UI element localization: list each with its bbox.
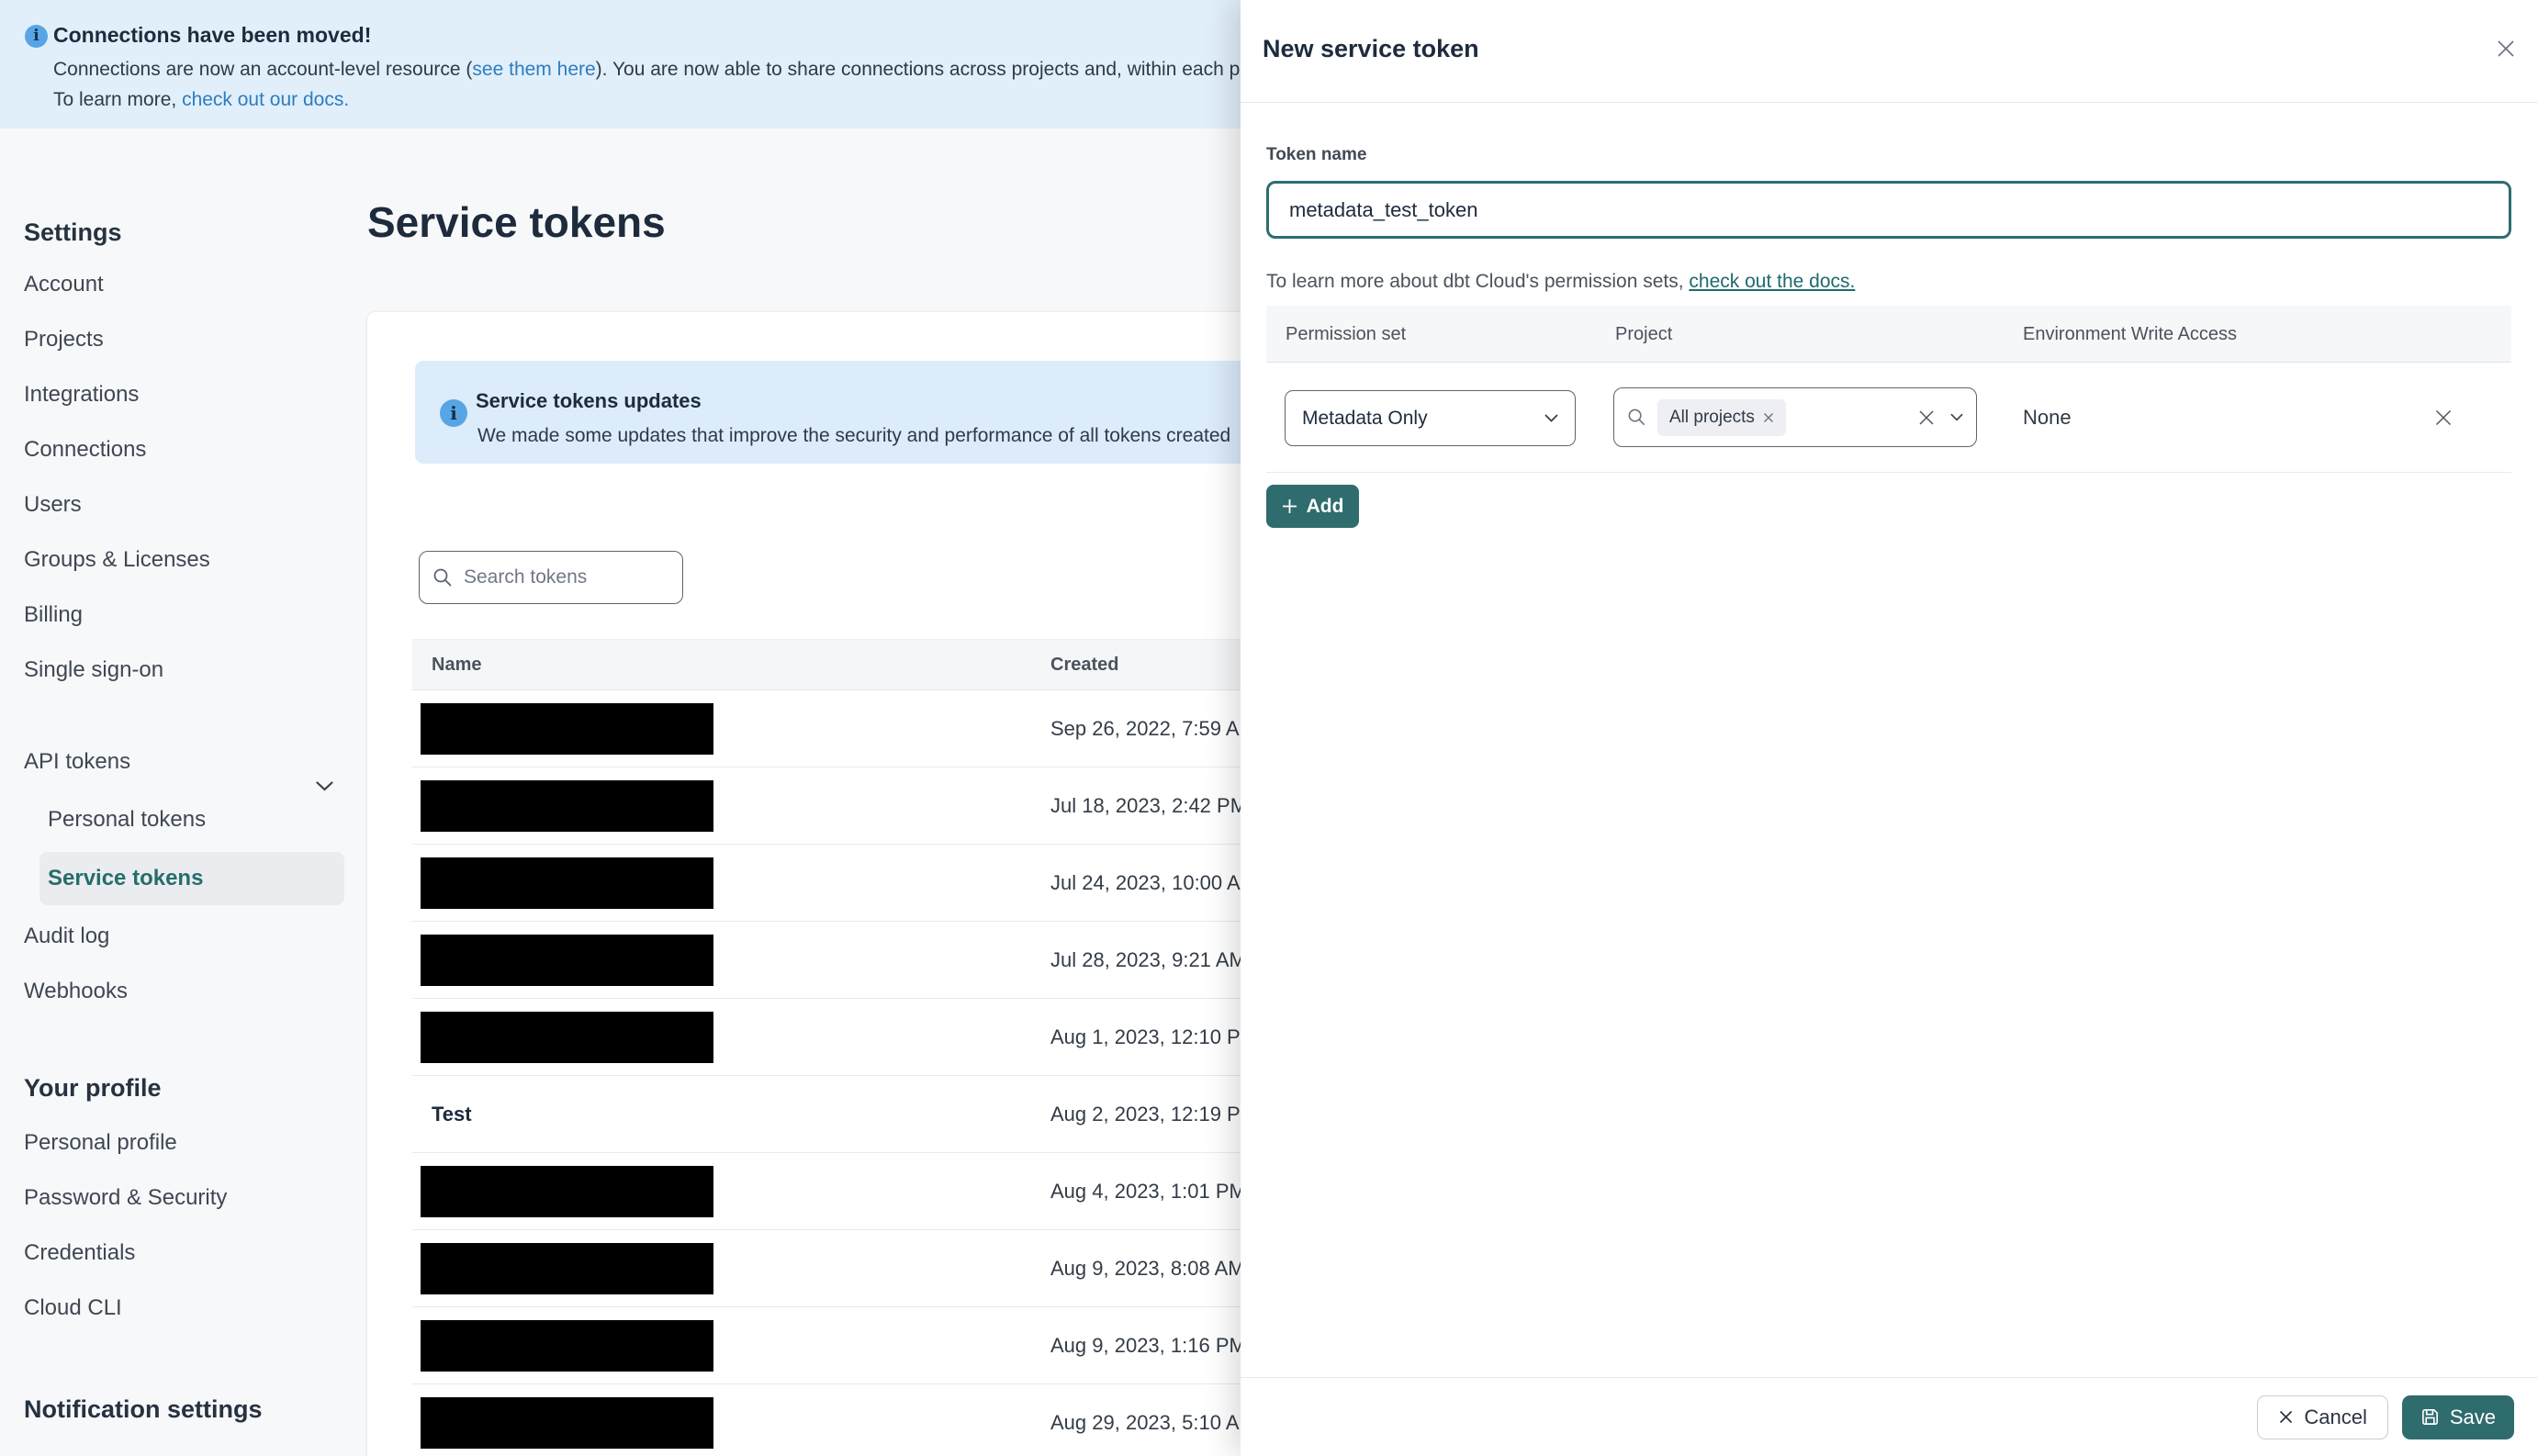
info-icon: i: [440, 399, 467, 427]
chevron-down-icon: [1950, 413, 1963, 421]
redacted-token-name: [421, 1166, 713, 1217]
notification-settings-heading: Notification settings: [24, 1395, 263, 1423]
sidebar-item-api-tokens[interactable]: API tokens: [24, 734, 345, 791]
token-created: Aug 9, 2023, 1:16 PM P: [1050, 1334, 1265, 1357]
search-input[interactable]: [464, 566, 669, 588]
new-service-token-panel: New service token Token name To learn mo…: [1241, 0, 2538, 1456]
info-box-body: We made some updates that improve the se…: [477, 425, 1231, 446]
redacted-token-name: [421, 935, 713, 986]
sidebar-item-single-sign-on[interactable]: Single sign-on: [24, 643, 163, 698]
token-name: Test: [432, 1103, 472, 1126]
delete-row-icon[interactable]: [2432, 407, 2454, 429]
sidebar-item-connections[interactable]: Connections: [24, 422, 146, 477]
sidebar-item-personal-profile[interactable]: Personal profile: [24, 1115, 177, 1170]
token-created: Jul 18, 2023, 2:42 PM P: [1050, 794, 1266, 817]
column-header-name: Name: [432, 654, 482, 675]
token-created: Jul 24, 2023, 10:00 AM: [1050, 871, 1258, 894]
redacted-token-name: [421, 1012, 713, 1063]
column-header-permission-set: Permission set: [1286, 324, 1407, 344]
chevron-down-icon: [1544, 414, 1558, 422]
settings-heading: Settings: [24, 218, 122, 246]
panel-header: New service token: [1241, 0, 2538, 103]
info-icon: i: [25, 25, 48, 48]
token-name-label: Token name: [1266, 145, 1367, 164]
info-box-title: Service tokens updates: [476, 389, 702, 412]
redacted-token-name: [421, 703, 713, 755]
sidebar-item-billing[interactable]: Billing: [24, 588, 83, 643]
sidebar-item-users[interactable]: Users: [24, 477, 82, 532]
permission-set-select[interactable]: Metadata Only: [1285, 390, 1576, 446]
sidebar-item-projects[interactable]: Projects: [24, 312, 104, 367]
save-button[interactable]: Save: [2401, 1394, 2514, 1439]
banner-title: Connections have been moved!: [53, 23, 372, 47]
api-tokens-label: API tokens: [24, 749, 131, 774]
sidebar-item-account[interactable]: Account: [24, 257, 104, 312]
see-them-here-link[interactable]: see them here: [472, 59, 595, 80]
settings-sidebar: Settings Account Projects Integrations C…: [0, 129, 367, 1456]
panel-title: New service token: [1263, 35, 1479, 62]
close-panel-button[interactable]: [2494, 37, 2518, 61]
search-icon: [432, 567, 453, 588]
banner-text-line: Connections are now an account-level res…: [53, 59, 1246, 81]
permission-row: Metadata Only All projects None: [1266, 363, 2511, 473]
redacted-token-name: [421, 1243, 713, 1294]
banner-text: ). You are now able to share connections…: [595, 59, 1247, 80]
sidebar-item-integrations[interactable]: Integrations: [24, 367, 139, 422]
docs-note-text: To learn more about dbt Cloud's permissi…: [1266, 271, 1690, 292]
column-header-environment-write-access: Environment Write Access: [2023, 324, 2238, 344]
banner-text: Connections are now an account-level res…: [53, 59, 473, 80]
plus-icon: [1282, 498, 1297, 514]
sidebar-item-cloud-cli[interactable]: Cloud CLI: [24, 1281, 122, 1336]
environment-write-access-value: None: [2023, 406, 2072, 429]
column-header-created: Created: [1050, 654, 1119, 675]
project-multiselect[interactable]: All projects: [1613, 387, 1977, 447]
sidebar-item-service-tokens[interactable]: Service tokens: [39, 852, 344, 905]
redacted-token-name: [421, 1397, 713, 1449]
close-icon: [2278, 1409, 2294, 1425]
redacted-token-name: [421, 857, 713, 909]
cancel-button-label: Cancel: [2304, 1405, 2367, 1428]
add-permission-button[interactable]: Add: [1266, 485, 1359, 528]
banner-text-line: To learn more, check out our docs.: [53, 89, 349, 111]
token-created: Aug 29, 2023, 5:10 AM: [1050, 1411, 1256, 1434]
search-tokens-field[interactable]: [419, 551, 683, 604]
token-name-input[interactable]: [1266, 181, 2511, 239]
panel-footer: Cancel Save: [1241, 1377, 2538, 1456]
token-created: Aug 9, 2023, 8:08 AM P: [1050, 1257, 1264, 1280]
page-title: Service tokens: [367, 198, 666, 246]
redacted-token-name: [421, 780, 713, 832]
banner-text: To learn more,: [53, 89, 183, 110]
sidebar-item-personal-tokens[interactable]: Personal tokens: [48, 792, 206, 847]
permission-docs-note: To learn more about dbt Cloud's permissi…: [1266, 271, 1855, 293]
token-created: Aug 4, 2023, 1:01 PM P: [1050, 1180, 1265, 1203]
save-icon: [2420, 1407, 2440, 1427]
token-created: Jul 28, 2023, 9:21 AM P: [1050, 948, 1265, 971]
sidebar-item-password-security[interactable]: Password & Security: [24, 1170, 227, 1226]
remove-chip-icon[interactable]: [1763, 412, 1774, 423]
chevron-down-icon: [316, 757, 333, 812]
check-out-docs-link[interactable]: check out the docs.: [1689, 271, 1855, 292]
permissions-table-header: Permission set Project Environment Write…: [1266, 306, 2511, 363]
sidebar-item-webhooks[interactable]: Webhooks: [24, 964, 128, 1019]
screen: i Connections have been moved! Connectio…: [0, 0, 2538, 1456]
check-docs-link[interactable]: check out our docs.: [182, 89, 349, 110]
permission-set-value: Metadata Only: [1302, 407, 1428, 429]
sidebar-item-audit-log[interactable]: Audit log: [24, 909, 109, 964]
column-header-project: Project: [1615, 324, 1673, 344]
cancel-button[interactable]: Cancel: [2257, 1394, 2388, 1439]
all-projects-chip[interactable]: All projects: [1657, 398, 1786, 436]
your-profile-heading: Your profile: [24, 1074, 162, 1102]
search-icon: [1627, 408, 1646, 427]
redacted-token-name: [421, 1320, 713, 1372]
add-button-label: Add: [1306, 495, 1344, 517]
clear-projects-icon[interactable]: [1917, 409, 1936, 427]
save-button-label: Save: [2449, 1405, 2496, 1428]
sidebar-item-groups-licenses[interactable]: Groups & Licenses: [24, 532, 210, 588]
service-tokens-label: Service tokens: [48, 866, 204, 890]
chip-label: All projects: [1669, 407, 1755, 427]
sidebar-item-credentials[interactable]: Credentials: [24, 1226, 135, 1281]
